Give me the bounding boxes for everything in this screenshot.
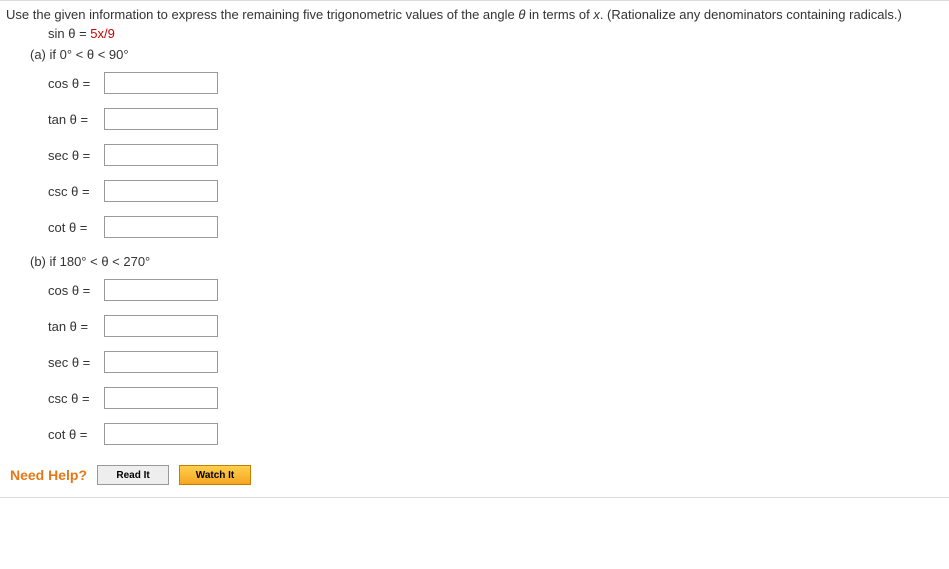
row-a-sec: sec θ = — [0, 142, 949, 168]
input-b-tan[interactable] — [104, 315, 218, 337]
question-container: Use the given information to express the… — [0, 0, 949, 498]
label-b-cos: cos θ = — [48, 283, 104, 298]
label-b-csc: csc θ = — [48, 391, 104, 406]
input-a-cot[interactable] — [104, 216, 218, 238]
row-b-tan: tan θ = — [0, 313, 949, 339]
label-b-cot: cot θ = — [48, 427, 104, 442]
row-a-csc: csc θ = — [0, 178, 949, 204]
input-a-tan[interactable] — [104, 108, 218, 130]
given-equation: sin θ = 5x/9 — [0, 26, 949, 41]
input-a-sec[interactable] — [104, 144, 218, 166]
part-b-heading: (b) if 180° < θ < 270° — [0, 254, 949, 269]
label-a-cot: cot θ = — [48, 220, 104, 235]
read-it-button[interactable]: Read It — [97, 465, 169, 485]
given-rhs: 5x/9 — [90, 26, 115, 41]
row-a-cos: cos θ = — [0, 70, 949, 96]
row-a-cot: cot θ = — [0, 214, 949, 240]
label-a-tan: tan θ = — [48, 112, 104, 127]
label-b-tan: tan θ = — [48, 319, 104, 334]
given-lhs: sin θ = — [48, 26, 90, 41]
need-help-label: Need Help? — [10, 467, 87, 483]
row-b-cos: cos θ = — [0, 277, 949, 303]
input-b-cos[interactable] — [104, 279, 218, 301]
input-b-sec[interactable] — [104, 351, 218, 373]
row-b-sec: sec θ = — [0, 349, 949, 375]
label-b-sec: sec θ = — [48, 355, 104, 370]
row-b-csc: csc θ = — [0, 385, 949, 411]
prompt-text-2: in terms of — [525, 7, 593, 22]
label-a-sec: sec θ = — [48, 148, 104, 163]
watch-it-button[interactable]: Watch It — [179, 465, 251, 485]
label-a-cos: cos θ = — [48, 76, 104, 91]
row-b-cot: cot θ = — [0, 421, 949, 447]
need-help-row: Need Help? Read It Watch It — [0, 457, 949, 497]
input-a-cos[interactable] — [104, 72, 218, 94]
input-b-csc[interactable] — [104, 387, 218, 409]
label-a-csc: csc θ = — [48, 184, 104, 199]
prompt-text-1: Use the given information to express the… — [6, 7, 518, 22]
row-a-tan: tan θ = — [0, 106, 949, 132]
input-a-csc[interactable] — [104, 180, 218, 202]
input-b-cot[interactable] — [104, 423, 218, 445]
question-prompt: Use the given information to express the… — [0, 7, 949, 26]
prompt-text-3: . (Rationalize any denominators containi… — [600, 7, 902, 22]
part-a-heading: (a) if 0° < θ < 90° — [0, 47, 949, 62]
